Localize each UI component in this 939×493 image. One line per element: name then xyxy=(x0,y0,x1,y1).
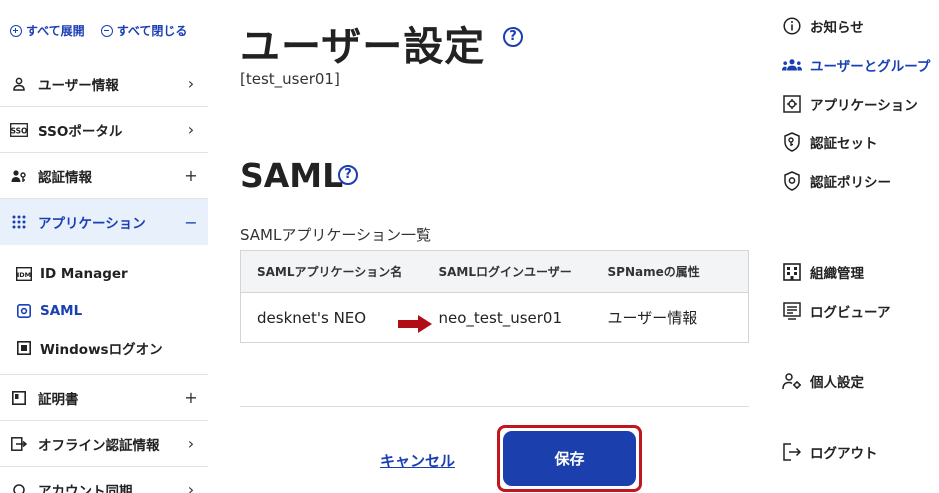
sso-icon: SSO xyxy=(10,121,28,139)
sidebar-subitem-saml[interactable]: SAML xyxy=(0,292,208,329)
sidebar-subitem-label: ID Manager xyxy=(40,265,128,282)
sidebar-subitem-windows-logon[interactable]: Windowsログオン xyxy=(0,329,208,366)
sidebar-item-certificate[interactable]: 証明書 + xyxy=(0,375,208,421)
menu-item-log-viewer[interactable]: ログビューア xyxy=(782,301,890,321)
shield-key-icon xyxy=(782,132,802,152)
column-header: SAMLアプリケーション名 xyxy=(240,250,423,293)
main-content: ユーザー設定 ? [test_user01] SAML ? SAMLアプリケーシ… xyxy=(240,0,750,493)
sidebar-item-label: アカウント同期 xyxy=(38,483,133,493)
menu-item-label: 組織管理 xyxy=(810,266,864,282)
menu-item-label: 認証セット xyxy=(810,136,878,152)
menu-item-applications[interactable]: アプリケーション xyxy=(782,94,918,114)
app-name-cell: desknet's NEO xyxy=(257,308,367,327)
users-icon xyxy=(782,55,802,75)
section-title: SAML xyxy=(240,156,344,195)
grid-icon xyxy=(10,213,28,231)
building-icon xyxy=(782,262,802,282)
logout-icon xyxy=(782,442,802,462)
minus-icon: − xyxy=(184,212,198,232)
column-header: SPNameの属性 xyxy=(591,250,749,293)
info-icon xyxy=(782,16,802,36)
chevron-right-icon: › xyxy=(187,74,195,93)
menu-item-label: 認証ポリシー xyxy=(810,175,891,191)
login-user-cell: neo_test_user01 xyxy=(438,308,563,327)
sidebar-item-label: SSOポータル xyxy=(38,123,123,140)
minus-circle-icon xyxy=(100,24,113,37)
saml-icon xyxy=(16,303,32,319)
user-icon xyxy=(10,75,28,93)
sidebar-item-applications[interactable]: アプリケーション − xyxy=(0,199,208,245)
plus-circle-icon xyxy=(10,24,22,37)
sidebar-item-offline-auth[interactable]: オフライン認証情報 › xyxy=(0,421,208,467)
chevron-right-icon: › xyxy=(187,120,195,139)
expand-collapse-row: すべて展開 すべて閉じる xyxy=(10,22,187,39)
sidebar-nav: ユーザー情報 › SSO SSOポータル › 認証情報 + アプリケーション − xyxy=(0,61,208,493)
menu-item-organization[interactable]: 組織管理 xyxy=(782,262,864,282)
plus-icon: + xyxy=(184,388,198,407)
chevron-right-icon: › xyxy=(187,434,195,453)
sidebar: すべて展開 すべて閉じる ユーザー情報 › SSO SSOポータル › 認証情報 xyxy=(0,0,208,493)
page-title: ユーザー設定 xyxy=(240,24,486,70)
sidebar-item-sso-portal[interactable]: SSO SSOポータル › xyxy=(0,107,208,153)
cancel-button[interactable]: キャンセル xyxy=(380,450,455,471)
menu-item-label: ログアウト xyxy=(810,446,878,462)
red-arrow-icon xyxy=(398,315,432,333)
menu-item-label: 個人設定 xyxy=(810,375,864,391)
column-header: SAMLログインユーザー xyxy=(422,250,592,293)
log-icon xyxy=(782,301,802,321)
user-id-label: [test_user01] xyxy=(240,70,340,88)
applications-subnav: IDM ID Manager SAML Windowsログオン xyxy=(0,245,208,375)
chevron-right-icon: › xyxy=(187,480,195,493)
menu-item-notifications[interactable]: お知らせ xyxy=(782,16,864,36)
shield-icon xyxy=(782,171,802,191)
app-icon xyxy=(782,94,802,114)
table-row: desknet's NEO neo_test_user01 ユーザー情報 xyxy=(241,293,749,343)
table-header-row: SAMLアプリケーション名 SAMLログインユーザー SPNameの属性 xyxy=(240,250,749,293)
person-gear-icon xyxy=(782,371,802,391)
expand-all-button[interactable]: すべて展開 xyxy=(10,22,85,39)
menu-item-label: アプリケーション xyxy=(810,98,918,114)
saml-app-table: SAMLアプリケーション名 SAMLログインユーザー SPNameの属性 des… xyxy=(240,250,749,343)
saml-list-label: SAMLアプリケーション一覧 xyxy=(240,226,432,244)
offline-icon xyxy=(10,435,28,453)
windows-icon xyxy=(16,340,32,356)
id-manager-icon: IDM xyxy=(16,266,32,282)
menu-item-label: お知らせ xyxy=(810,20,864,36)
certificate-icon xyxy=(10,389,28,407)
divider xyxy=(240,406,749,407)
section-help-icon[interactable]: ? xyxy=(338,165,358,185)
sidebar-subitem-label: SAML xyxy=(40,302,83,319)
menu-item-personal-settings[interactable]: 個人設定 xyxy=(782,371,864,391)
sidebar-subitem-label: Windowsログオン xyxy=(40,341,163,358)
spname-attr-cell: ユーザー情報 xyxy=(607,309,698,327)
sidebar-item-label: 認証情報 xyxy=(38,169,92,186)
sidebar-subitem-id-manager[interactable]: IDM ID Manager xyxy=(0,255,208,292)
save-button[interactable]: 保存 xyxy=(503,431,636,486)
menu-item-label: ユーザーとグループ xyxy=(810,59,931,75)
collapse-all-button[interactable]: すべて閉じる xyxy=(100,22,188,39)
menu-item-auth-set[interactable]: 認証セット xyxy=(782,132,878,152)
sso-icon-text: SSO xyxy=(11,126,28,135)
sidebar-item-label: オフライン認証情報 xyxy=(38,437,160,454)
sidebar-item-user-info[interactable]: ユーザー情報 › xyxy=(0,61,208,107)
menu-item-label: ログビューア xyxy=(810,305,891,321)
sidebar-item-auth-info[interactable]: 認証情報 + xyxy=(0,153,208,199)
sidebar-item-label: 証明書 xyxy=(38,391,79,408)
idm-icon-text: IDM xyxy=(17,271,31,279)
user-key-icon xyxy=(10,167,28,185)
collapse-all-label: すべて閉じる xyxy=(116,24,188,38)
sidebar-item-account-sync[interactable]: アカウント同期 › xyxy=(0,467,208,493)
sidebar-item-label: アプリケーション xyxy=(38,216,146,232)
sync-icon xyxy=(10,481,28,493)
menu-item-users-groups[interactable]: ユーザーとグループ xyxy=(782,55,930,75)
menu-item-logout[interactable]: ログアウト xyxy=(782,442,878,462)
menu-item-auth-policy[interactable]: 認証ポリシー xyxy=(782,171,891,191)
sidebar-item-label: ユーザー情報 xyxy=(38,77,119,94)
help-icon[interactable]: ? xyxy=(503,27,523,47)
expand-all-label: すべて展開 xyxy=(26,24,85,38)
plus-icon: + xyxy=(184,166,198,185)
